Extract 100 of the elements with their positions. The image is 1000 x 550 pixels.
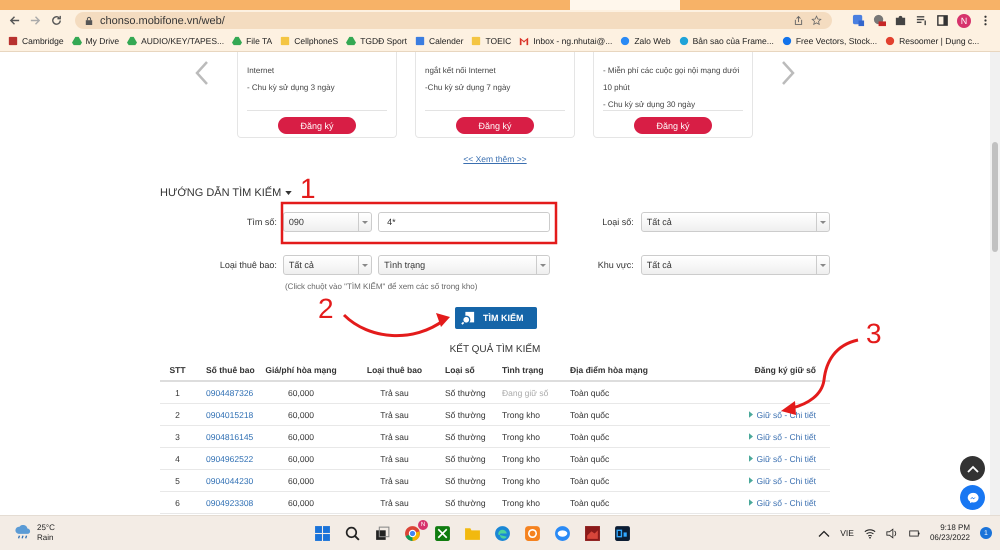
battery-icon[interactable] — [908, 528, 920, 538]
package-feature: -Chu kỳ sử dụng 7 ngày — [425, 82, 512, 94]
status-cell-text: Trong kho — [502, 476, 541, 486]
search-button[interactable]: TÌM KIẾM — [455, 307, 537, 329]
bookmark-icon — [519, 36, 530, 46]
bookmark[interactable]: File TA — [232, 36, 272, 46]
bookmark-icon — [620, 36, 630, 46]
register-button[interactable]: Đăng ký — [456, 117, 534, 134]
table-cell-text: 6 — [174, 498, 181, 508]
speaker-icon[interactable] — [886, 528, 898, 538]
status-cell-text: Trong kho — [502, 454, 541, 464]
package-feature: - Chu kỳ sử dụng 3 ngày — [247, 82, 336, 94]
hold-number-link[interactable]: Giữ số - Chi tiết — [756, 454, 816, 464]
bookmark[interactable]: TOEIC — [471, 36, 512, 46]
number-type-select[interactable]: Tất cả — [640, 212, 830, 232]
bookmark[interactable]: AUDIO/KEY/TAPES... — [127, 36, 224, 46]
annotation-number: 3 — [866, 318, 882, 349]
status-cell-text: Đang giữ số — [502, 388, 550, 398]
back-icon[interactable] — [8, 14, 21, 27]
table-cell-text: Số thường — [444, 388, 487, 398]
language-indicator[interactable]: VIE — [840, 528, 854, 538]
table-cell-text: 3 — [174, 432, 181, 442]
package-feature: Internet — [247, 65, 276, 77]
windows-start-icon[interactable] — [314, 524, 331, 542]
scroll-top-button[interactable] — [960, 456, 985, 481]
lock-icon — [85, 16, 93, 26]
hold-number-link[interactable]: Giữ số - Chi tiết — [756, 476, 816, 486]
hold-number-link[interactable]: Giữ số - Chi tiết — [756, 498, 816, 508]
register-button[interactable]: Đăng ký — [634, 117, 712, 134]
scrollbar[interactable] — [990, 52, 1000, 515]
playlist-icon[interactable] — [915, 14, 928, 27]
reload-icon[interactable] — [50, 14, 63, 27]
table-cell-text: 5 — [174, 476, 181, 486]
column-header: Đăng ký giữ số — [754, 364, 817, 374]
bookmark[interactable]: My Drive — [72, 36, 120, 46]
caret-icon[interactable] — [285, 191, 292, 195]
address-bar[interactable]: chonso.mobifone.vn/web/ — [75, 12, 832, 29]
table-cell-text: Số thường — [444, 476, 487, 486]
bookmark[interactable]: Bản sao của Frame... — [678, 36, 774, 46]
star-icon[interactable] — [811, 15, 822, 26]
status-select[interactable]: Tình trạng — [378, 255, 550, 275]
phone-number-link[interactable]: 0904487326 — [206, 388, 254, 398]
chrome-icon[interactable] — [404, 524, 421, 542]
prefix-select[interactable]: 090 — [282, 212, 372, 232]
bookmark[interactable]: CellphoneS — [280, 36, 338, 46]
photoshop-icon[interactable] — [614, 524, 631, 542]
subscriber-type-select[interactable]: Tất cả — [282, 255, 372, 275]
table-cell-text: Toàn quốc — [570, 498, 610, 508]
bookmark-icon — [280, 36, 290, 46]
rain-cloud-icon — [14, 525, 32, 541]
column-header: Giá/phí hòa mạng — [264, 364, 338, 374]
column-header: Số thuê bao — [205, 364, 255, 374]
bookmark[interactable]: Free Vectors, Stock... — [782, 36, 878, 46]
image-app-icon[interactable] — [584, 524, 601, 542]
bookmark[interactable]: Inbox - ng.nhutai@... — [519, 36, 612, 46]
bookmark[interactable]: Zalo Web — [620, 36, 671, 46]
weather-text: Rain — [37, 533, 54, 543]
search-icon[interactable] — [344, 524, 361, 542]
bookmark-icon — [8, 36, 18, 46]
annotation-number: 1 — [300, 173, 316, 204]
ring-app-icon[interactable] — [524, 524, 541, 542]
table-cell-text: Trả sau — [379, 454, 410, 464]
bookmark[interactable]: TGDĐ Sport — [346, 36, 407, 46]
column-header: Tình trạng — [502, 364, 545, 374]
search-guide-heading[interactable]: HƯỚNG DẪN TÌM KIẾM — [160, 187, 282, 199]
register-button[interactable]: Đăng ký — [278, 117, 356, 134]
phone-number-link[interactable]: 0904015218 — [206, 410, 254, 420]
bookmark[interactable]: Calender — [414, 36, 464, 46]
phone-number-link[interactable]: 0904816145 — [206, 432, 254, 442]
table-cell-text: Toàn quốc — [570, 388, 610, 398]
table-cell-text: Trả sau — [379, 498, 410, 508]
extension-badge-icon[interactable] — [873, 14, 886, 27]
task-view-icon[interactable] — [374, 524, 391, 542]
share-icon[interactable] — [793, 15, 804, 26]
bookmark-icon — [885, 36, 896, 46]
table-cell-text: Trả sau — [379, 388, 410, 398]
region-select[interactable]: Tất cả — [640, 255, 830, 275]
number-pattern-field[interactable]: 4* — [378, 212, 550, 232]
messenger-button[interactable] — [960, 485, 985, 510]
bookmark-icon — [782, 36, 792, 46]
phone-number-link[interactable]: 0904923308 — [206, 498, 254, 508]
sidebar-icon[interactable] — [936, 14, 949, 27]
phone-number-link[interactable]: 0904044230 — [206, 476, 254, 486]
profile-avatar[interactable]: N — [957, 14, 971, 28]
clock[interactable]: 9:18 PM 06/23/2022 — [930, 523, 970, 543]
table-cell-text: 60,000 — [287, 454, 315, 464]
triangle-icon — [749, 455, 754, 462]
chat-app-icon[interactable] — [554, 524, 571, 542]
see-more-link[interactable]: << Xem thêm >> — [463, 154, 527, 164]
xbox-icon[interactable] — [434, 524, 451, 542]
table-cell-text: 60,000 — [287, 388, 315, 398]
triangle-icon — [749, 433, 754, 440]
table-cell-text: 4 — [174, 454, 181, 464]
bookmark[interactable]: Resoomer | Dụng c... — [885, 36, 980, 46]
phone-number-link[interactable]: 0904962522 — [206, 454, 254, 464]
wifi-icon[interactable] — [864, 528, 876, 538]
hold-number-link[interactable]: Giữ số - Chi tiết — [756, 432, 816, 442]
table-cell-text: Trả sau — [379, 410, 410, 420]
edge-icon[interactable] — [494, 524, 511, 542]
bookmark[interactable]: Cambridge — [8, 36, 64, 46]
